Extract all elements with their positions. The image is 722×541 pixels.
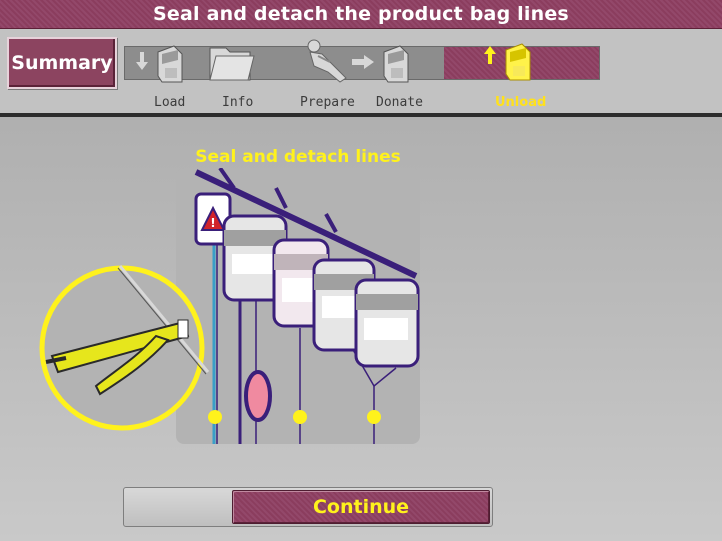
step-label-donate: Donate <box>376 95 423 110</box>
continue-button[interactable]: Continue <box>232 490 490 524</box>
step-label-unload: Unload <box>495 95 547 110</box>
unload-step-icon <box>484 43 531 81</box>
arrow-right-icon <box>352 55 374 69</box>
prepare-step-icon <box>307 39 347 83</box>
screen-title: Seal and detach the product bag lines <box>0 0 722 29</box>
info-step-icon <box>209 47 255 81</box>
load-step-icon <box>136 45 183 83</box>
svg-text:!: ! <box>210 216 215 230</box>
step-label-load: Load <box>154 95 186 110</box>
step-label-info: Info <box>222 95 254 110</box>
donate-step-icon <box>383 45 409 83</box>
product-bags-illustration: ! <box>194 168 420 444</box>
illustration-title: Seal and detach lines <box>195 147 401 167</box>
tube-sealer-magnifier <box>39 265 210 431</box>
header-divider <box>0 113 722 117</box>
summary-button[interactable]: Summary <box>7 37 117 89</box>
step-label-prepare: Prepare <box>300 95 355 110</box>
